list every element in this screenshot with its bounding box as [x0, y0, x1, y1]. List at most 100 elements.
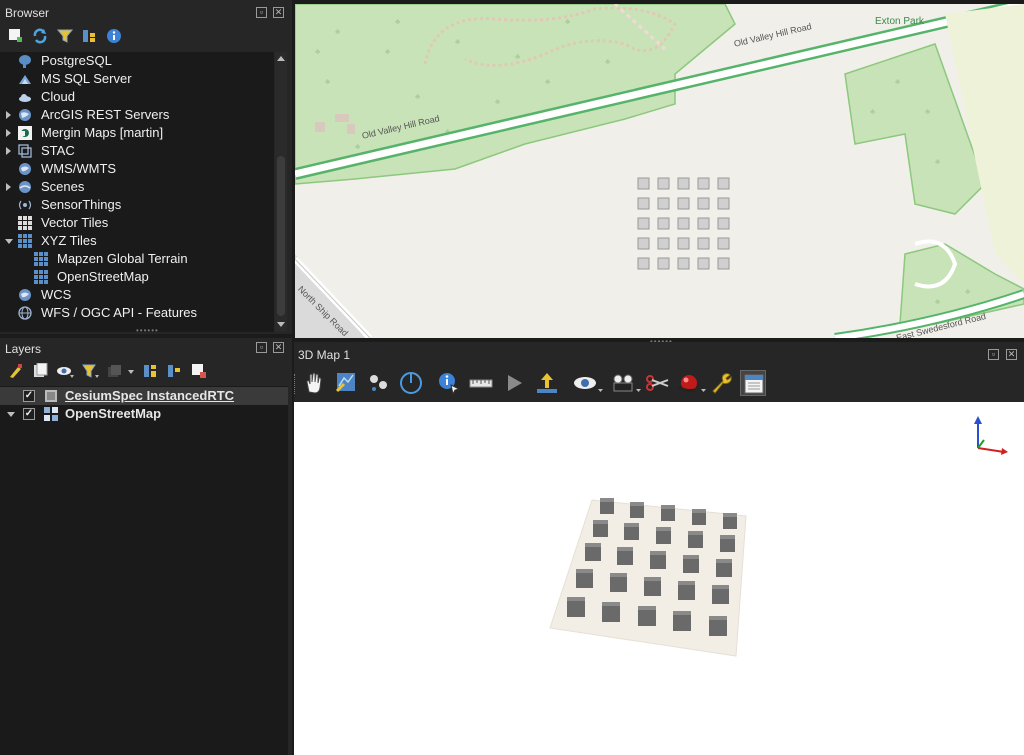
svg-text:♣: ♣ — [495, 97, 501, 106]
identify-info-icon[interactable] — [436, 370, 462, 396]
sensor-icon — [18, 198, 32, 212]
refresh-icon[interactable] — [32, 28, 48, 44]
identify-points-icon[interactable] — [366, 370, 392, 396]
svg-text:♣: ♣ — [925, 107, 931, 116]
toggle-panel-icon[interactable] — [740, 370, 766, 396]
svg-text:♣: ♣ — [965, 287, 971, 296]
scroll-up-icon[interactable] — [277, 56, 285, 61]
remove-layer-icon[interactable] — [191, 363, 207, 379]
close-panel-button[interactable]: ✕ — [273, 7, 284, 18]
play-animation-icon[interactable] — [501, 370, 527, 396]
map-basemap: ♣♣♣♣ ♣♣♣♣ ♣♣♣♣ ♣♣♣ ♣♣♣♣ ♣♣ — [295, 4, 1024, 338]
camera-compass-icon[interactable] — [398, 370, 424, 396]
browser-item-label: Scenes — [41, 179, 85, 194]
browser-item-label: Mergin Maps [martin] — [41, 125, 164, 140]
browser-item-label: Mapzen Global Terrain — [57, 251, 188, 266]
browser-item-label: SensorThings — [41, 197, 122, 212]
svg-text:♣: ♣ — [455, 37, 461, 46]
svg-text:♣: ♣ — [415, 92, 421, 101]
svg-text:♣: ♣ — [395, 17, 401, 26]
park-label: Exton Park — [875, 16, 924, 27]
float-panel-button[interactable]: ▫ — [256, 342, 267, 353]
collapse-arrow-icon[interactable] — [5, 239, 13, 244]
layer-label: CesiumSpec InstancedRTC — [65, 388, 235, 403]
browser-panel: Browser ▫ ✕ PostgreSQL MS SQL Server Clo… — [0, 0, 292, 335]
toolbar-grip[interactable] — [294, 374, 297, 394]
browser-item-label: OpenStreetMap — [57, 269, 149, 284]
expand-arrow-icon[interactable] — [6, 129, 11, 137]
float-panel-button[interactable]: ▫ — [256, 7, 267, 18]
cloud-icon — [18, 90, 32, 104]
mssql-icon — [18, 72, 32, 86]
browser-item-label: Vector Tiles — [41, 215, 109, 230]
expand-arrow-icon[interactable] — [6, 183, 11, 191]
filter-icon[interactable] — [56, 28, 74, 44]
layer-visibility-checkbox[interactable]: ✓ — [23, 390, 35, 402]
float-panel-button[interactable]: ▫ — [988, 349, 999, 360]
layers-title: Layers — [5, 342, 42, 356]
globe-outline-icon — [18, 306, 32, 320]
svg-text:♣: ♣ — [335, 27, 341, 36]
add-layer-icon[interactable] — [8, 28, 22, 42]
style-brush-icon[interactable] — [8, 363, 24, 379]
close-panel-button[interactable]: ✕ — [1006, 349, 1017, 360]
svg-text:♣: ♣ — [935, 157, 941, 166]
3d-viewport[interactable] — [294, 402, 1024, 755]
visibility-eye-icon[interactable] — [56, 363, 74, 379]
info-icon[interactable] — [106, 28, 122, 44]
svg-text:♣: ♣ — [935, 297, 941, 306]
expand-arrow-icon[interactable] — [6, 147, 11, 155]
map-canvas[interactable]: ♣ ♣ ♣ ♣ ♣ ♣ ♣ ♣ ♣ ♣ ♣ ♣ ♣ ♣ ♣ ♣ ♣ ♣ ♣ ♣ ♣ — [295, 4, 1024, 338]
grid-icon — [18, 234, 32, 248]
collapse-arrow-icon[interactable] — [7, 412, 15, 417]
zoom-full-icon[interactable] — [334, 370, 360, 396]
expand-all-icon[interactable] — [142, 363, 158, 379]
layer-visibility-checkbox[interactable]: ✓ — [23, 408, 35, 420]
layer-item-cesiumspec[interactable]: ✓ CesiumSpec InstancedRTC — [0, 387, 288, 405]
effects-sphere-icon[interactable] — [677, 370, 709, 396]
svg-text:♣: ♣ — [895, 77, 901, 86]
grid-icon — [18, 216, 32, 230]
config-wrench-icon[interactable] — [708, 370, 734, 396]
camera-video-icon[interactable] — [610, 370, 642, 396]
export-upload-icon[interactable] — [534, 370, 560, 396]
browser-item-label: ArcGIS REST Servers — [41, 107, 170, 122]
browser-item-label: XYZ Tiles — [41, 233, 97, 248]
layers-panel: Layers ▫ ✕ ✓ CesiumSpec InstancedRTC ✓ O… — [0, 338, 292, 755]
expand-arrow-icon[interactable] — [6, 111, 11, 119]
browser-scrollbar[interactable] — [275, 52, 287, 332]
grid-icon — [34, 270, 48, 284]
collapse-all-icon[interactable] — [81, 28, 97, 44]
3d-scene — [549, 498, 747, 657]
browser-tree[interactable]: PostgreSQL MS SQL Server Cloud ArcGIS RE… — [0, 52, 274, 332]
svg-text:♣: ♣ — [545, 77, 551, 86]
point-cloud-icon — [44, 389, 58, 403]
measure-ruler-icon[interactable] — [468, 370, 494, 396]
svg-text:♣: ♣ — [385, 47, 391, 56]
filter-legend-icon[interactable] — [82, 363, 100, 379]
browser-item-label: MS SQL Server — [41, 71, 132, 86]
stac-icon — [18, 144, 32, 158]
tile-layer-icon — [44, 407, 58, 421]
svg-text:♣: ♣ — [325, 77, 331, 86]
add-group-icon[interactable] — [32, 362, 48, 379]
browser-item-label: STAC — [41, 143, 75, 158]
3d-toolbar — [294, 366, 1024, 400]
scroll-thumb[interactable] — [277, 156, 285, 316]
globe-icon — [18, 162, 32, 176]
layers-tree[interactable]: ✓ CesiumSpec InstancedRTC ✓ OpenStreetMa… — [0, 386, 288, 755]
collapse-all-layers-icon[interactable] — [166, 363, 182, 379]
browser-item-label: WMS/WMTS — [41, 161, 117, 176]
pan-hand-icon[interactable] — [301, 370, 327, 396]
axis-gizmo-icon — [974, 416, 1008, 455]
scroll-down-icon[interactable] — [277, 322, 285, 327]
grid-icon — [34, 252, 48, 266]
close-panel-button[interactable]: ✕ — [273, 342, 284, 353]
clipping-scissors-icon[interactable] — [644, 370, 676, 396]
splitter-handle[interactable]: •••••• — [136, 326, 159, 335]
3d-map-title: 3D Map 1 — [298, 348, 351, 362]
view-eye-icon[interactable] — [572, 370, 604, 396]
filter-map-icon[interactable] — [106, 363, 136, 379]
layer-item-openstreetmap[interactable]: ✓ OpenStreetMap — [0, 405, 288, 423]
svg-text:♣: ♣ — [355, 142, 361, 151]
